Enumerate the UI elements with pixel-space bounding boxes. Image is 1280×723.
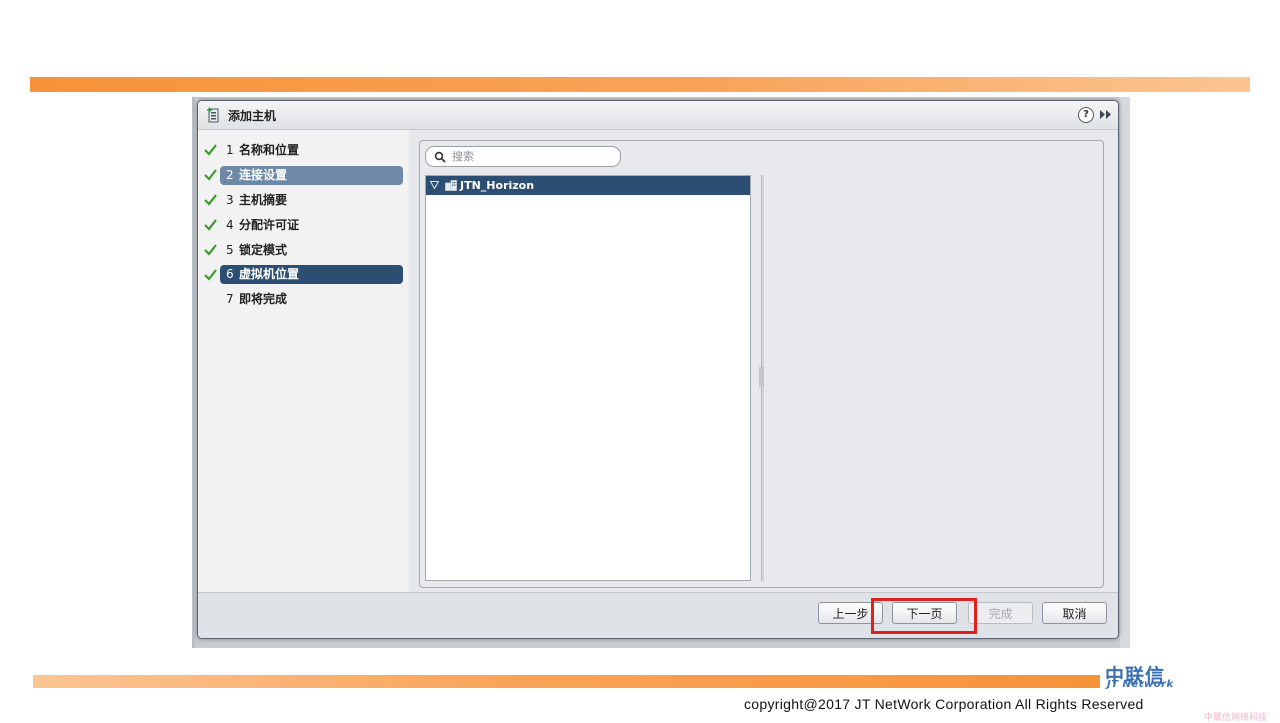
check-icon	[204, 169, 217, 181]
splitter-grip[interactable]	[759, 367, 764, 387]
company-logo: 中联信 JT Network	[1103, 661, 1203, 691]
check-icon	[204, 219, 217, 231]
vm-location-panel: JTN_Horizon	[419, 140, 1104, 588]
add-host-icon	[207, 107, 219, 123]
tree-node-label: JTN_Horizon	[460, 179, 535, 192]
cancel-button[interactable]: 取消	[1042, 602, 1107, 624]
dialog-titlebar: 添加主机 ?	[198, 101, 1118, 130]
wizard-step-label: 名称和位置	[239, 143, 300, 157]
check-icon	[204, 144, 217, 156]
wizard-step-label: 即将完成	[239, 292, 288, 306]
wizard-step-label: 分配许可证	[239, 218, 300, 232]
header-accent-bar	[30, 77, 1250, 92]
expand-icon[interactable]	[1099, 108, 1112, 121]
logo-en-text: JT Network	[1107, 679, 1174, 690]
search-input[interactable]	[452, 148, 612, 165]
search-box[interactable]	[425, 146, 621, 167]
tree-node-datacenter[interactable]: JTN_Horizon	[426, 176, 750, 195]
background-edge-right	[1120, 97, 1130, 648]
check-icon	[204, 269, 217, 281]
wizard-content: JTN_Horizon	[409, 130, 1118, 592]
wizard-step-label: 锁定模式	[239, 243, 288, 257]
wizard-step-label: 连接设置	[239, 168, 288, 182]
dialog-title: 添加主机	[228, 109, 277, 123]
check-icon	[204, 244, 217, 256]
background-edge-left	[192, 97, 195, 648]
datacenter-icon	[445, 180, 457, 191]
inventory-tree: JTN_Horizon	[425, 175, 751, 581]
next-button-highlight	[871, 598, 977, 634]
wizard-step-label: 虚拟机位置	[239, 267, 300, 281]
add-host-dialog: 添加主机 ? 1 名称和位置 2 连接设置 3 主机摘要 4 分配许可证 5 锁…	[197, 100, 1119, 639]
search-icon	[434, 151, 446, 163]
vsphere-screenshot: 添加主机 ? 1 名称和位置 2 连接设置 3 主机摘要 4 分配许可证 5 锁…	[192, 97, 1130, 648]
watermark-text: 中联信网络科技	[1204, 713, 1268, 723]
wizard-step-label: 主机摘要	[239, 193, 288, 207]
help-icon[interactable]: ?	[1078, 107, 1094, 123]
copyright-text: copyright@2017 JT NetWork Corporation Al…	[744, 696, 1144, 712]
caret-down-icon[interactable]	[430, 181, 439, 189]
wizard-step-list: 1 名称和位置 2 连接设置 3 主机摘要 4 分配许可证 5 锁定模式 6 虚拟机位置	[198, 130, 408, 592]
finish-button: 完成	[968, 602, 1033, 624]
check-icon	[204, 194, 217, 206]
footer-accent-bar	[33, 675, 1100, 688]
dialog-footer: 上一步 下一页 完成 取消	[198, 592, 1118, 638]
